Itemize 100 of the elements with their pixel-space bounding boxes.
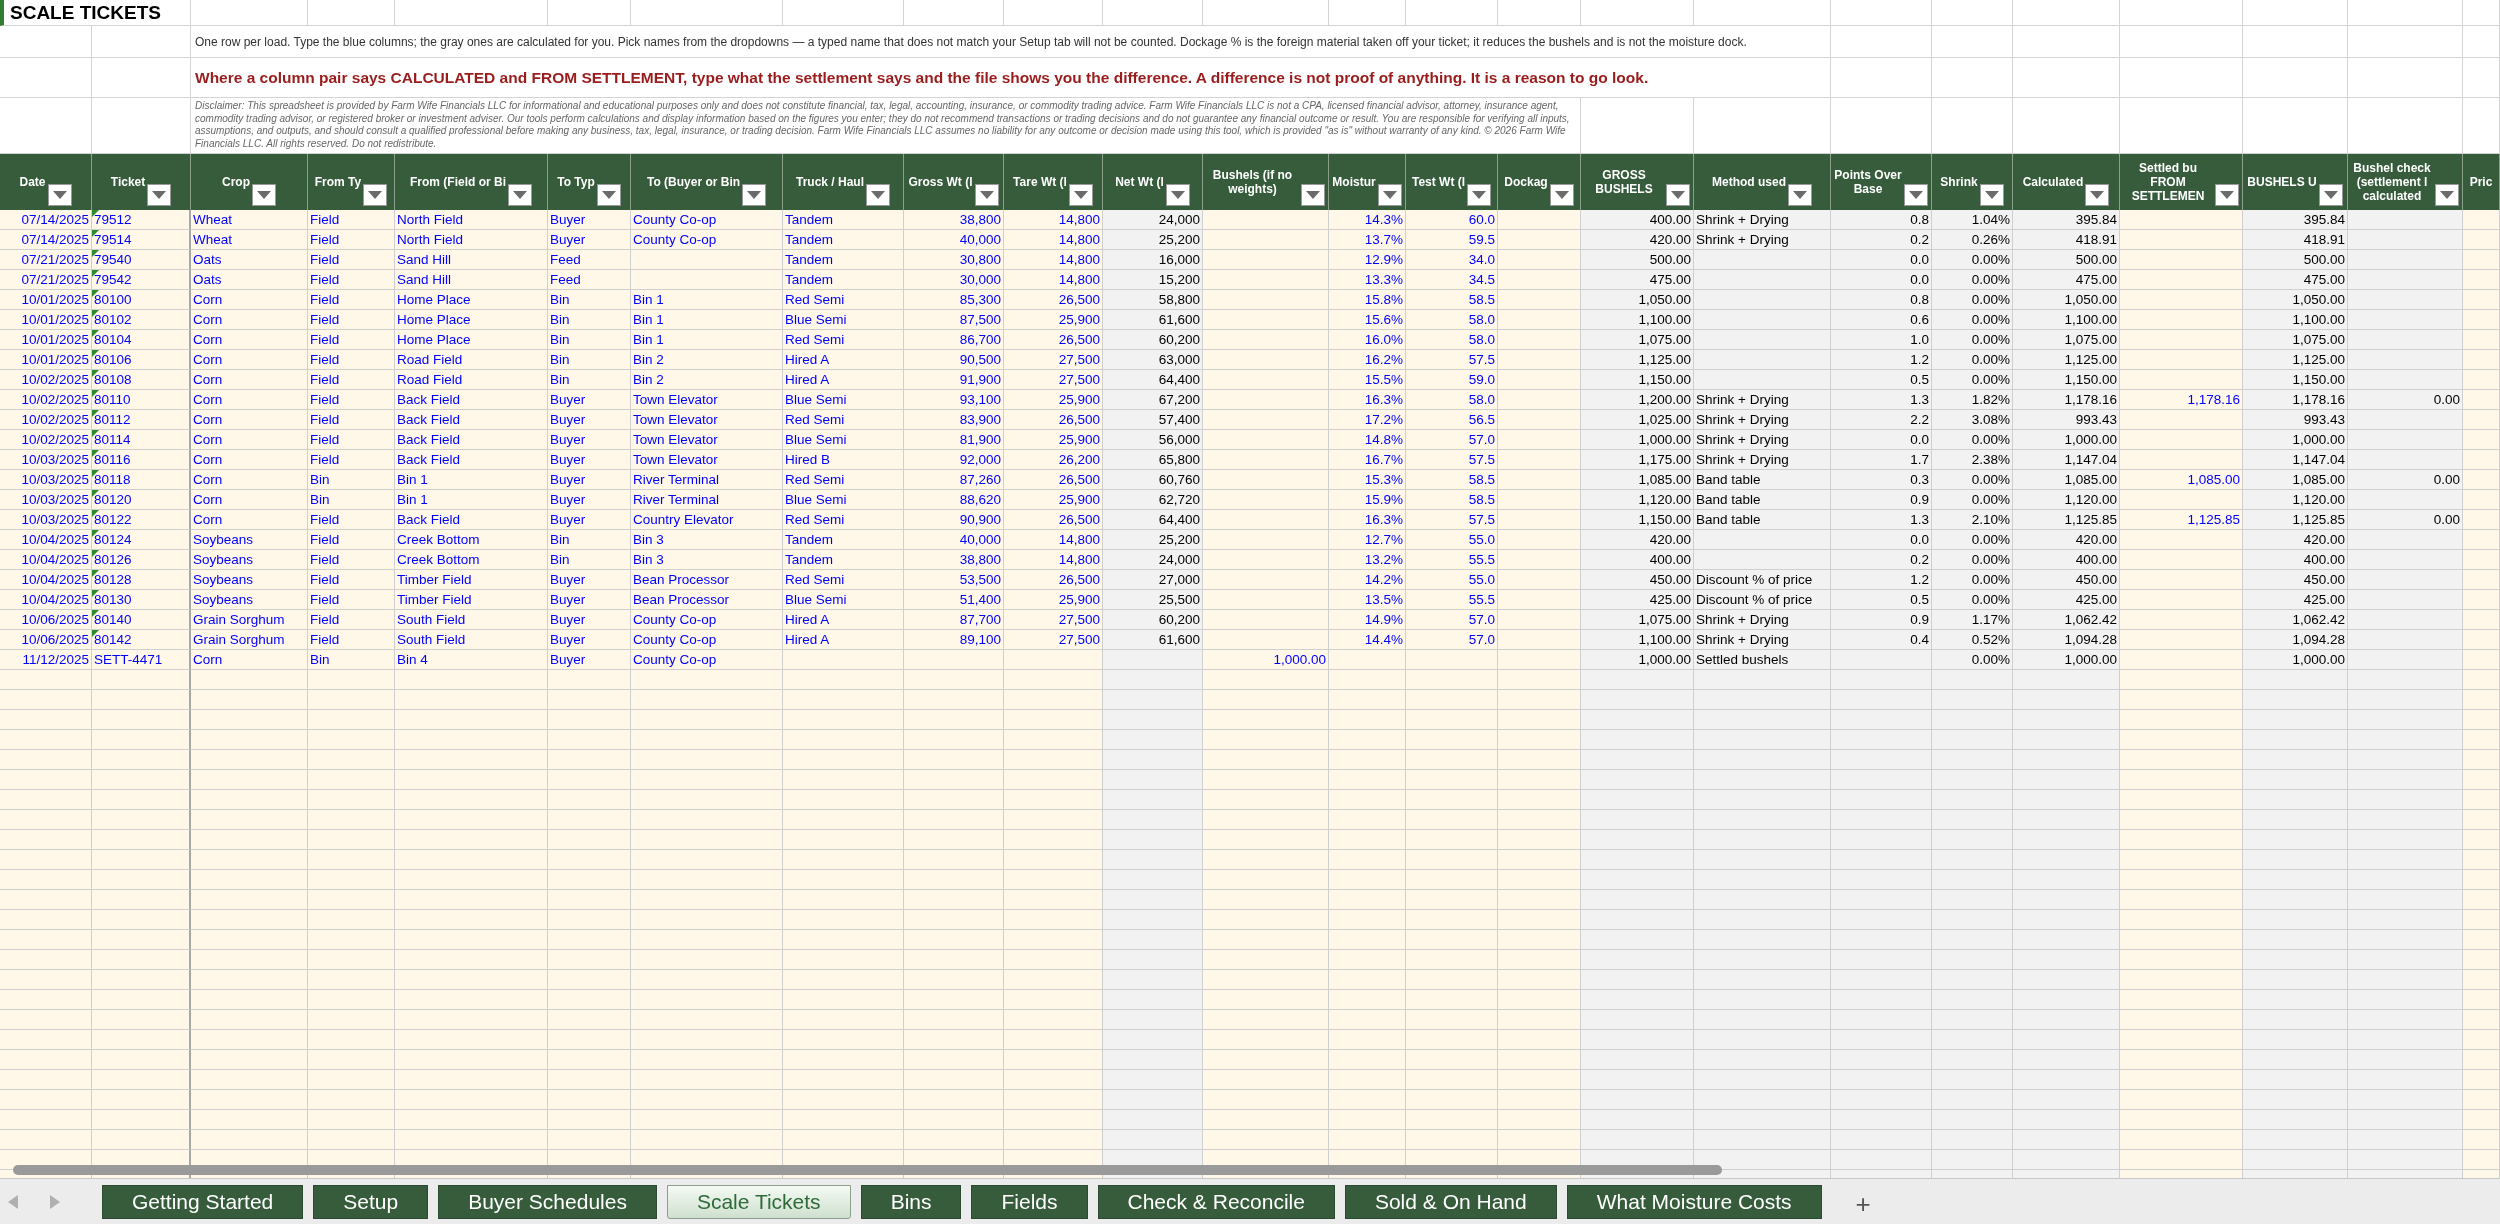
- filter-dropdown-button[interactable]: [1904, 184, 1928, 206]
- table-cell: Shrink + Drying: [1694, 610, 1831, 630]
- filter-dropdown-button[interactable]: [1301, 184, 1325, 206]
- table-cell: Soybeans: [191, 570, 308, 590]
- table-cell: 92,000: [904, 450, 1004, 470]
- table-cell: 1,085.00: [2013, 470, 2120, 490]
- table-cell: Field: [308, 430, 395, 450]
- table-cell: 24,000: [1103, 210, 1203, 230]
- table-cell: Red Semi: [783, 330, 904, 350]
- table-cell: 60,760: [1103, 470, 1203, 490]
- table-cell: 15.3%: [1329, 470, 1406, 490]
- sheet-tab[interactable]: Bins: [860, 1184, 962, 1219]
- table-cell: 1,150.00: [2013, 370, 2120, 390]
- table-cell: 15,200: [1103, 270, 1203, 290]
- table-cell: Buyer: [548, 570, 631, 590]
- table-cell: Hired A: [783, 630, 904, 650]
- table-cell: 25,900: [1004, 310, 1103, 330]
- filter-dropdown-button[interactable]: [47, 184, 72, 206]
- filter-dropdown-button[interactable]: [1165, 184, 1190, 206]
- caret-icon: [1073, 191, 1088, 199]
- filter-dropdown-button[interactable]: [252, 184, 276, 206]
- table-cell: Bin 3: [631, 530, 783, 550]
- table-cell: 80106: [92, 350, 189, 369]
- table-cell: River Terminal: [631, 490, 783, 510]
- table-cell: 90,900: [904, 510, 1004, 530]
- sheet-tab[interactable]: Buyer Schedules: [438, 1184, 657, 1219]
- table-cell: 1,025.00: [1581, 410, 1694, 430]
- table-cell: Corn: [191, 430, 308, 450]
- table-cell: 425.00: [2243, 590, 2348, 610]
- table-cell: 12.7%: [1329, 530, 1406, 550]
- table-cell: 0.00%: [1932, 590, 2013, 610]
- filter-dropdown-button[interactable]: [1068, 184, 1093, 206]
- table-cell: 400.00: [1581, 210, 1694, 230]
- filter-dropdown-button[interactable]: [596, 184, 621, 206]
- table-cell: Home Place: [395, 290, 548, 310]
- table-cell: 80142: [92, 630, 189, 649]
- horizontal-scrollbar[interactable]: [13, 1165, 1722, 1175]
- header-label: Calculated: [2022, 175, 2084, 189]
- table-cell: Bin 1: [631, 290, 783, 310]
- filter-dropdown-button[interactable]: [1979, 184, 2004, 206]
- caret-icon: [747, 191, 762, 199]
- sheet-tab[interactable]: Setup: [313, 1184, 429, 1219]
- header-label: Points Over Base: [1834, 168, 1902, 196]
- sheet-tab[interactable]: What Moisture Costs: [1566, 1184, 1822, 1219]
- table-cell: 57.0: [1406, 630, 1498, 650]
- filter-dropdown-button[interactable]: [2215, 184, 2239, 206]
- table-cell: 63,000: [1103, 350, 1203, 370]
- filter-dropdown-button[interactable]: [1788, 184, 1812, 206]
- filter-dropdown-button[interactable]: [742, 184, 767, 206]
- table-cell: Town Elevator: [631, 450, 783, 470]
- table-cell: 10/01/2025: [0, 310, 92, 330]
- table-cell: 79512: [92, 210, 189, 229]
- table-cell: 80130: [92, 590, 189, 609]
- table-cell: Shrink + Drying: [1694, 230, 1831, 250]
- caret-icon: [257, 191, 271, 199]
- sheet-tab[interactable]: Check & Reconcile: [1097, 1184, 1335, 1219]
- table-cell: 55.5: [1406, 590, 1498, 610]
- filter-dropdown-button[interactable]: [1666, 184, 1690, 206]
- table-cell: 80100: [92, 290, 189, 309]
- table-cell: 14.3%: [1329, 210, 1406, 230]
- sheet-tab[interactable]: Scale Tickets: [666, 1184, 851, 1219]
- table-cell: 10/06/2025: [0, 630, 92, 650]
- caret-icon: [2440, 191, 2454, 199]
- table-cell: 58.5: [1406, 290, 1498, 310]
- filter-dropdown-button[interactable]: [1377, 184, 1402, 206]
- filter-dropdown-button[interactable]: [1467, 184, 1492, 206]
- header-label: Pric: [2469, 175, 2493, 189]
- filter-dropdown-button[interactable]: [2435, 184, 2459, 206]
- table-cell: 1,147.04: [2243, 450, 2348, 470]
- filter-dropdown-button[interactable]: [2085, 184, 2110, 206]
- add-sheet-button[interactable]: +: [1845, 1184, 1881, 1219]
- table-cell: Field: [308, 450, 395, 470]
- table-cell: Field: [308, 210, 395, 230]
- table-cell: Country Elevator: [631, 510, 783, 530]
- sheet-tab[interactable]: Sold & On Hand: [1344, 1184, 1557, 1219]
- filter-dropdown-button[interactable]: [2318, 184, 2343, 206]
- table-cell: 27,500: [1004, 370, 1103, 390]
- table-cell: 1,085.00: [1581, 470, 1694, 490]
- table-cell: 2.38%: [1932, 450, 2013, 470]
- table-cell: 420.00: [2243, 530, 2348, 550]
- table-cell: County Co-op: [631, 210, 783, 230]
- table-cell: 1,000.00: [1581, 430, 1694, 450]
- table-cell: 1,000.00: [1203, 650, 1329, 670]
- sheet-tab[interactable]: Fields: [971, 1184, 1088, 1219]
- table-cell: South Field: [395, 610, 548, 630]
- sheet-tab[interactable]: Getting Started: [102, 1184, 304, 1219]
- table-cell: Bin: [308, 650, 395, 670]
- table-cell: 53,500: [904, 570, 1004, 590]
- filter-dropdown-button[interactable]: [363, 184, 388, 206]
- table-cell: Bin: [548, 370, 631, 390]
- filter-dropdown-button[interactable]: [866, 184, 890, 206]
- table-cell: 14,800: [1004, 210, 1103, 230]
- filter-dropdown-button[interactable]: [974, 184, 999, 206]
- filter-dropdown-button[interactable]: [1549, 184, 1574, 206]
- table-cell: 0.00%: [1932, 370, 2013, 390]
- table-cell: 1,120.00: [2243, 490, 2348, 510]
- table-cell: Back Field: [395, 390, 548, 410]
- filter-dropdown-button[interactable]: [147, 184, 172, 206]
- filter-dropdown-button[interactable]: [508, 184, 532, 206]
- table-cell: 14,800: [1004, 230, 1103, 250]
